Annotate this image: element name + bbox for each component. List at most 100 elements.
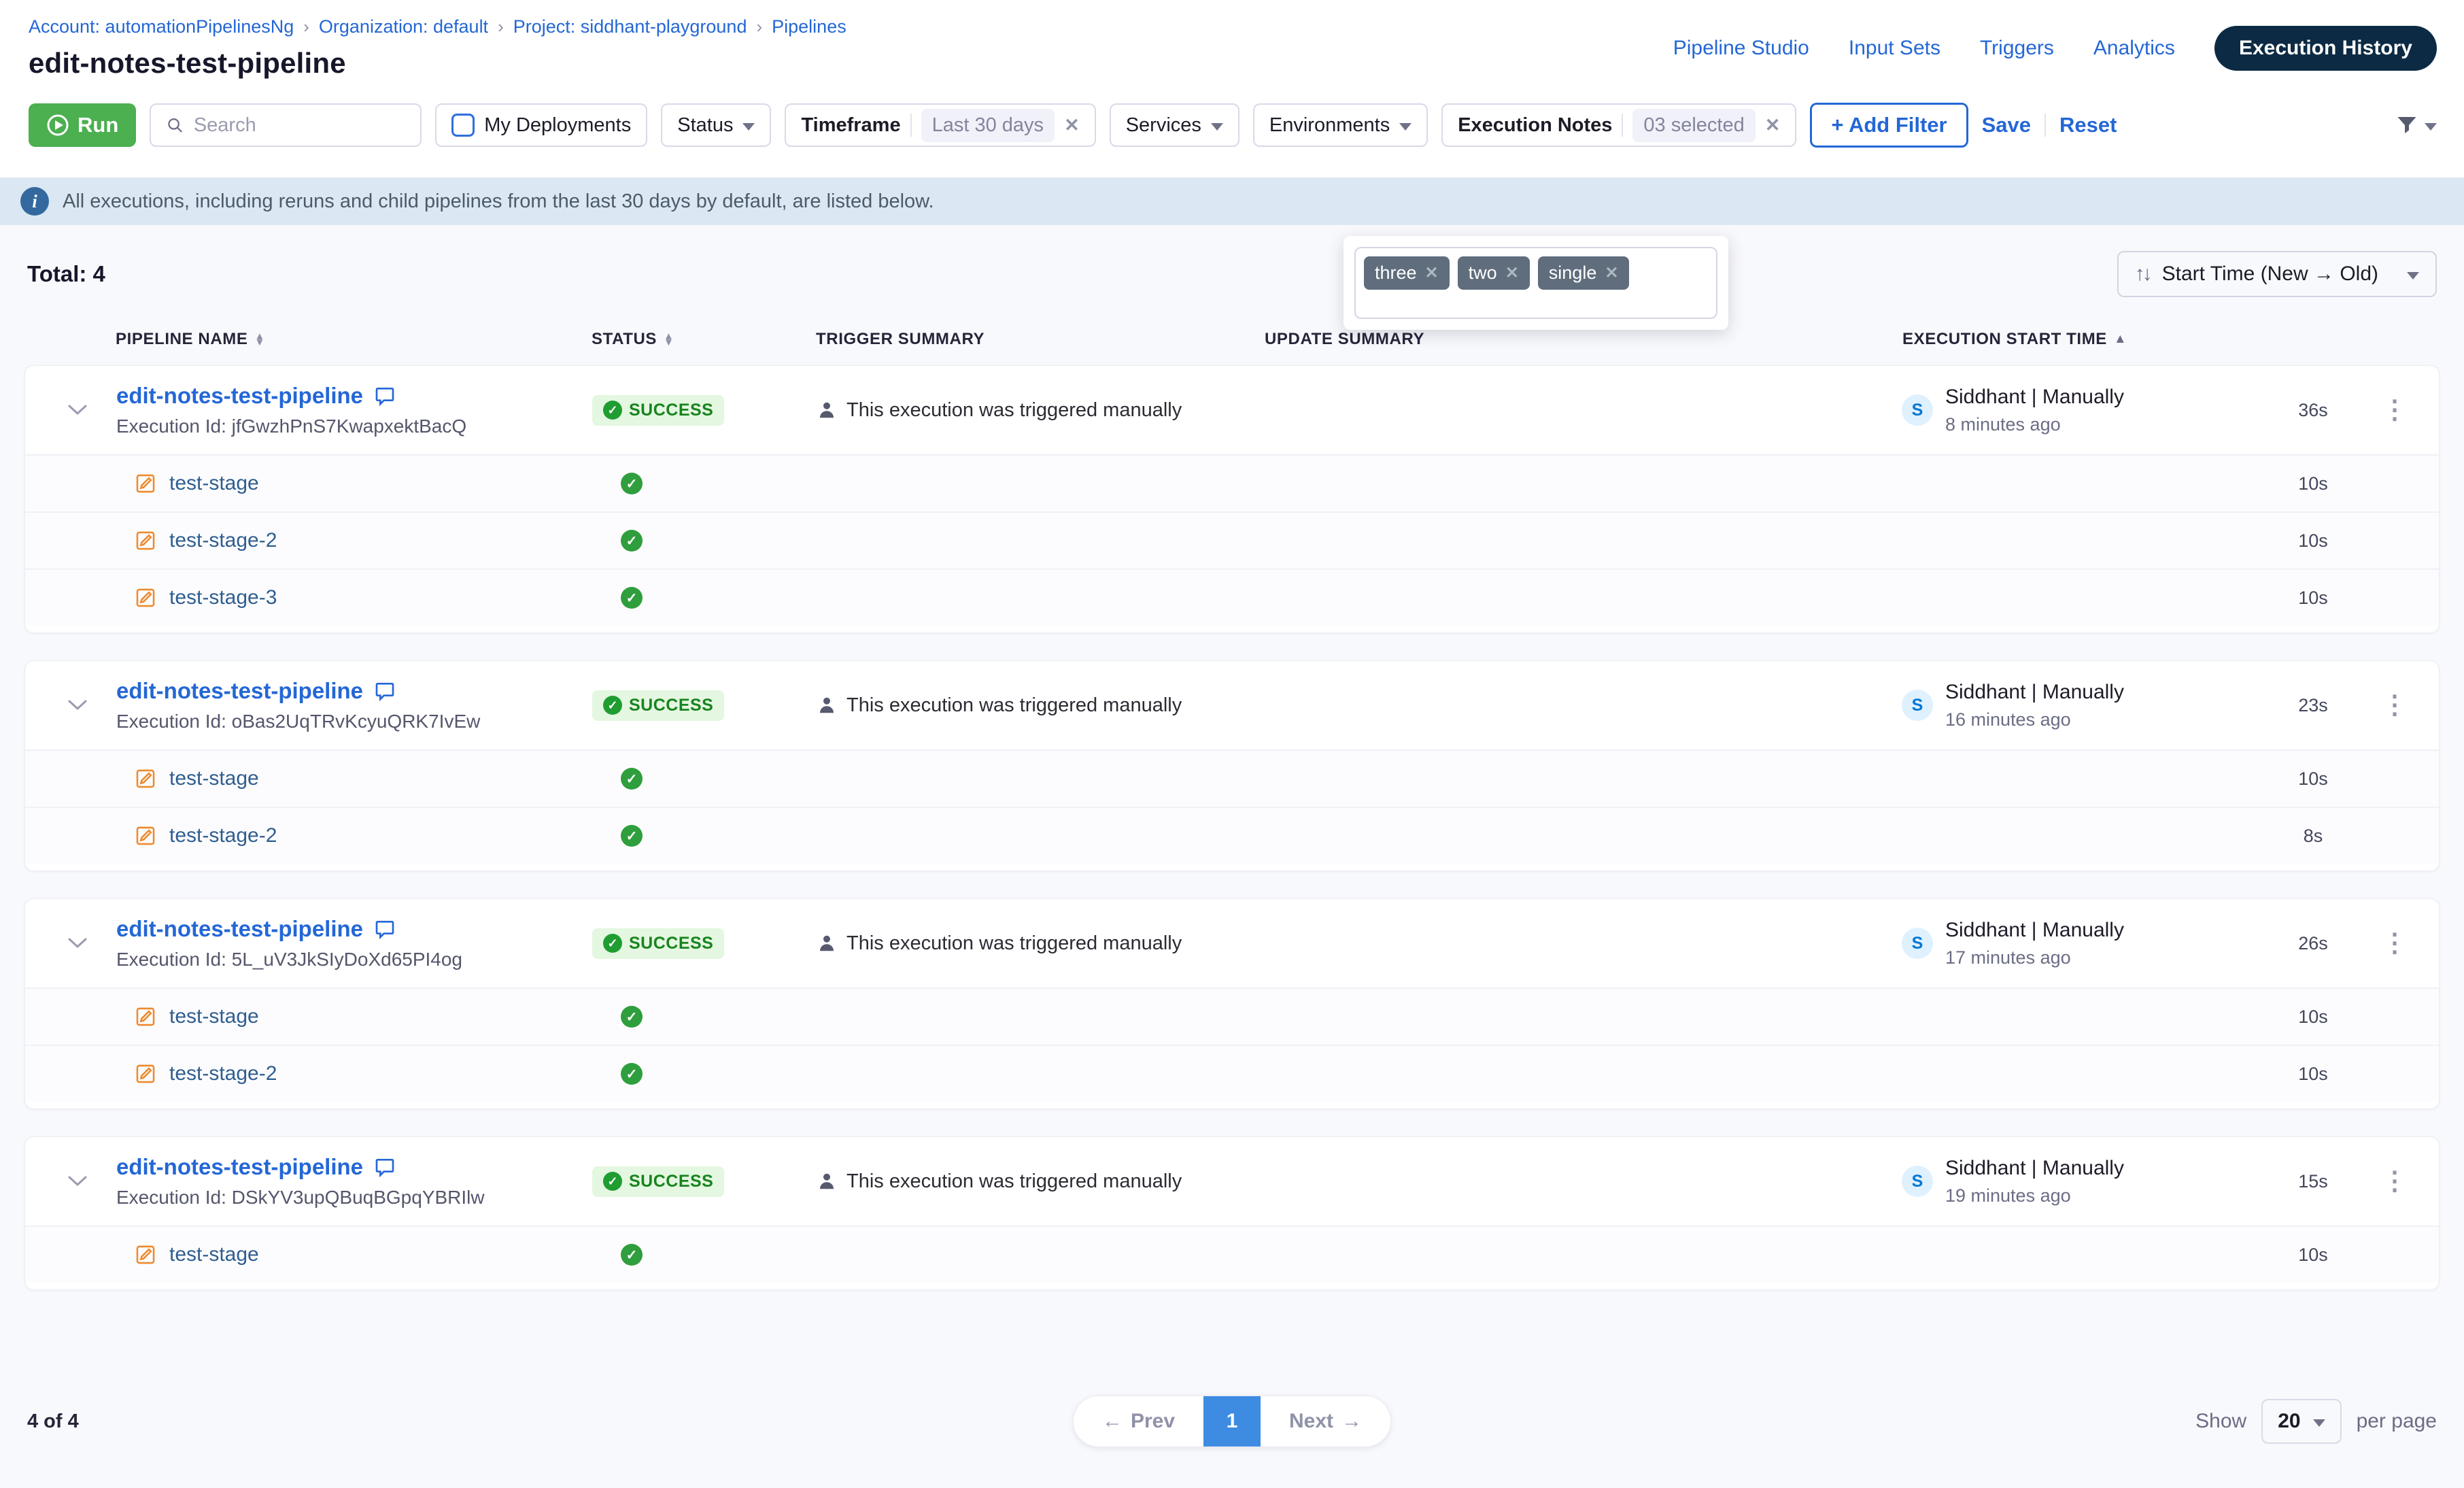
filter-menu-button[interactable]	[2395, 113, 2437, 137]
reset-filter-button[interactable]: Reset	[2059, 113, 2117, 137]
sort-arrows-icon: ↑↓	[2135, 263, 2150, 286]
timeframe-clear-icon[interactable]: ✕	[1064, 115, 1080, 136]
breadcrumb-organization[interactable]: Organization: default	[319, 16, 488, 37]
divider	[1622, 114, 1623, 137]
breadcrumb-account[interactable]: Account: automationPipelinesNg	[29, 16, 294, 37]
pipeline-name-link[interactable]: edit-notes-test-pipeline	[116, 916, 363, 942]
chevron-down-icon	[742, 123, 755, 131]
stage-name-link[interactable]: test-stage	[169, 1005, 259, 1028]
services-filter[interactable]: Services	[1110, 103, 1239, 147]
timeframe-filter[interactable]: Timeframe Last 30 days ✕	[785, 103, 1095, 147]
sort-icon[interactable]: ▲▼	[664, 333, 674, 346]
note-tag: three ✕	[1364, 256, 1450, 290]
execution-start-time: S Siddhant | Manually 16 minutes ago	[1902, 681, 2262, 730]
tab-input-sets[interactable]: Input Sets	[1849, 37, 1940, 60]
stage-edit-icon	[134, 1005, 157, 1028]
row-menu-button[interactable]: ⋮	[2364, 694, 2425, 717]
info-banner: i All executions, including reruns and c…	[0, 177, 2464, 225]
row-menu-button[interactable]: ⋮	[2364, 1170, 2425, 1193]
execution-notes-value: 03 selected	[1632, 109, 1755, 142]
my-deployments-checkbox[interactable]	[451, 114, 475, 137]
status-filter[interactable]: Status	[661, 103, 771, 147]
comment-icon[interactable]	[374, 385, 396, 407]
page-header: Account: automationPipelinesNg › Organiz…	[0, 0, 2464, 80]
status-badge: ✓ SUCCESS	[592, 928, 724, 959]
stage-name-link[interactable]: test-stage-2	[169, 1062, 277, 1085]
stage-name-link[interactable]: test-stage	[169, 767, 259, 790]
page-1-button[interactable]: 1	[1203, 1396, 1261, 1447]
add-filter-button[interactable]: + Add Filter	[1810, 103, 1968, 148]
execution-list-section: Total: 4 ↑↓ Start Time (New → Old) PIPEL…	[0, 225, 2464, 1488]
collapse-chevron-icon[interactable]	[67, 937, 88, 949]
comment-icon[interactable]	[374, 918, 396, 940]
stage-name-link[interactable]: test-stage	[169, 472, 259, 495]
execution-duration: 23s	[2262, 695, 2364, 716]
play-icon	[46, 114, 69, 137]
column-execution-start-time[interactable]: EXECUTION START TIME ▲	[1902, 330, 2263, 349]
collapse-chevron-icon[interactable]	[67, 404, 88, 416]
row-menu-button[interactable]: ⋮	[2364, 399, 2425, 422]
breadcrumb-project[interactable]: Project: siddhant-playground	[513, 16, 747, 37]
started-by: Siddhant | Manually	[1945, 681, 2124, 704]
stage-name-link[interactable]: test-stage-3	[169, 586, 277, 609]
save-filter-button[interactable]: Save	[1982, 113, 2031, 137]
column-pipeline-name[interactable]: PIPELINE NAME ▲▼	[116, 330, 592, 349]
total-count: Total: 4	[27, 261, 105, 287]
pipeline-name-link[interactable]: edit-notes-test-pipeline	[116, 1154, 363, 1180]
filter-funnel-icon	[2395, 113, 2419, 137]
stage-name-link[interactable]: test-stage-2	[169, 824, 277, 847]
remove-tag-icon[interactable]: ✕	[1605, 263, 1618, 283]
stage-edit-icon	[134, 472, 157, 495]
execution-row: edit-notes-test-pipeline Execution Id: D…	[39, 1137, 2425, 1225]
collapse-chevron-icon[interactable]	[67, 1175, 88, 1187]
left-arrow-icon: ←	[1102, 1410, 1123, 1433]
started-ago: 8 minutes ago	[1945, 414, 2124, 435]
user-icon	[817, 695, 837, 715]
started-by: Siddhant | Manually	[1945, 386, 2124, 409]
breadcrumb-pipelines[interactable]: Pipelines	[772, 16, 846, 37]
trigger-summary: This execution was triggered manually	[817, 1170, 1265, 1193]
right-arrow-icon: →	[1341, 1410, 1362, 1433]
execution-notes-filter[interactable]: Execution Notes 03 selected ✕	[1441, 103, 1796, 147]
environments-filter[interactable]: Environments	[1253, 103, 1428, 147]
next-page-button[interactable]: Next →	[1261, 1396, 1390, 1447]
execution-duration: 15s	[2262, 1171, 2364, 1192]
comment-icon[interactable]	[374, 1156, 396, 1178]
collapse-chevron-icon[interactable]	[67, 699, 88, 711]
my-deployments-label: My Deployments	[484, 114, 631, 137]
stage-success-icon: ✓	[621, 1006, 643, 1028]
execution-row: edit-notes-test-pipeline Execution Id: j…	[39, 366, 2425, 454]
run-button[interactable]: Run	[29, 103, 136, 147]
stage-row: test-stage ✓ 10s	[25, 454, 2439, 511]
pipeline-name-link[interactable]: edit-notes-test-pipeline	[116, 383, 363, 409]
avatar: S	[1902, 1166, 1933, 1197]
remove-tag-icon[interactable]: ✕	[1425, 263, 1439, 283]
started-ago: 17 minutes ago	[1945, 947, 2124, 968]
pipeline-name-link[interactable]: edit-notes-test-pipeline	[116, 678, 363, 704]
page-size-select[interactable]: 20	[2261, 1399, 2341, 1444]
my-deployments-filter[interactable]: My Deployments	[435, 103, 647, 147]
started-by: Siddhant | Manually	[1945, 919, 2124, 942]
execution-notes-tag-input[interactable]: three ✕ two ✕ single ✕	[1354, 247, 1717, 319]
prev-page-button[interactable]: ← Prev	[1074, 1396, 1203, 1447]
execution-notes-clear-icon[interactable]: ✕	[1765, 115, 1781, 136]
execution-duration: 36s	[2262, 400, 2364, 421]
stage-edit-icon	[134, 1243, 157, 1266]
remove-tag-icon[interactable]: ✕	[1505, 263, 1519, 283]
stage-duration: 10s	[2262, 1007, 2364, 1028]
avatar: S	[1902, 394, 1933, 426]
comment-icon[interactable]	[374, 680, 396, 702]
sort-icon[interactable]: ▲▼	[255, 333, 265, 346]
result-range: 4 of 4	[27, 1410, 1073, 1433]
column-status[interactable]: STATUS ▲▼	[592, 330, 816, 349]
tab-triggers[interactable]: Triggers	[1980, 37, 2054, 60]
tab-execution-history[interactable]: Execution History	[2214, 26, 2437, 71]
search-input[interactable]	[194, 114, 405, 137]
row-menu-button[interactable]: ⋮	[2364, 932, 2425, 955]
tab-pipeline-studio[interactable]: Pipeline Studio	[1673, 37, 1809, 60]
sort-select[interactable]: ↑↓ Start Time (New → Old)	[2117, 251, 2437, 297]
stage-name-link[interactable]: test-stage	[169, 1243, 259, 1266]
stage-name-link[interactable]: test-stage-2	[169, 529, 277, 552]
tab-analytics[interactable]: Analytics	[2093, 37, 2175, 60]
search-field[interactable]	[150, 103, 422, 147]
